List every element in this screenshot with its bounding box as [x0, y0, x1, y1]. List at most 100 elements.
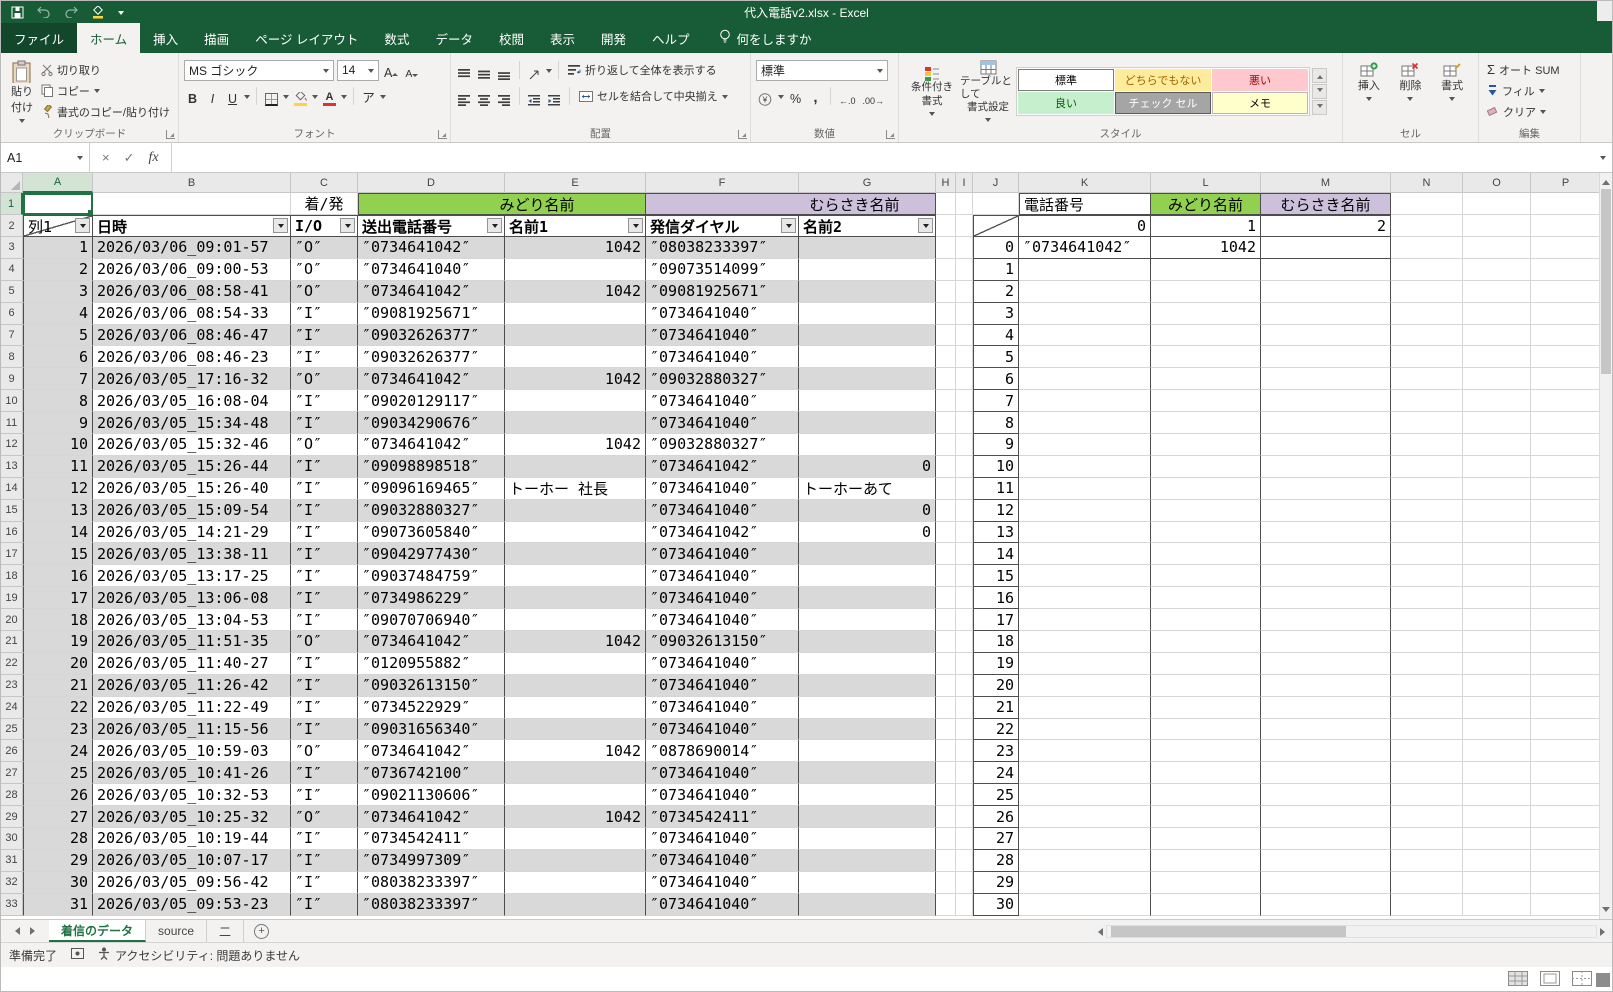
- cell-A9[interactable]: 7: [23, 368, 93, 390]
- cell-K22[interactable]: [1019, 653, 1151, 675]
- cell-J30[interactable]: 27: [973, 828, 1019, 850]
- cell-O17[interactable]: [1463, 543, 1531, 565]
- cell-A6[interactable]: 4: [23, 303, 93, 325]
- cell-A24[interactable]: 22: [23, 697, 93, 719]
- cell-M1[interactable]: むらさき名前: [1261, 193, 1391, 215]
- cell-P17[interactable]: [1531, 543, 1601, 565]
- cell-O12[interactable]: [1463, 434, 1531, 456]
- cell-C4[interactable]: ″O″: [291, 259, 358, 281]
- cell-G28[interactable]: [799, 784, 936, 806]
- cell-L26[interactable]: [1151, 740, 1261, 762]
- cell-H3[interactable]: [936, 237, 956, 259]
- cell-style-note[interactable]: メモ: [1212, 92, 1308, 114]
- column-header-A[interactable]: A: [23, 173, 93, 193]
- cell-K15[interactable]: [1019, 500, 1151, 522]
- row-header-1[interactable]: 1: [1, 193, 23, 215]
- column-header-F[interactable]: F: [646, 173, 799, 193]
- cell-O15[interactable]: [1463, 500, 1531, 522]
- cell-F16[interactable]: ″0734641042″: [646, 522, 799, 544]
- cell-I15[interactable]: [956, 500, 973, 522]
- cell-N30[interactable]: [1391, 828, 1463, 850]
- cell-A30[interactable]: 28: [23, 828, 93, 850]
- comma-style-button[interactable]: ,: [807, 86, 824, 106]
- row-header-28[interactable]: 28: [1, 784, 23, 806]
- cell-O32[interactable]: [1463, 872, 1531, 894]
- cell-A3[interactable]: 1: [23, 237, 93, 259]
- column-header-P[interactable]: P: [1531, 173, 1601, 193]
- cell-P27[interactable]: [1531, 762, 1601, 784]
- row-header-4[interactable]: 4: [1, 259, 23, 281]
- number-dialog-launcher-icon[interactable]: [886, 130, 895, 139]
- cell-P25[interactable]: [1531, 719, 1601, 741]
- cell-E23[interactable]: [505, 675, 646, 697]
- cell-E8[interactable]: [505, 346, 646, 368]
- cell-N2[interactable]: [1391, 215, 1463, 237]
- row-header-30[interactable]: 30: [1, 828, 23, 850]
- cell-J16[interactable]: 13: [973, 522, 1019, 544]
- increase-indent-button[interactable]: [546, 86, 563, 106]
- cell-H22[interactable]: [936, 653, 956, 675]
- cell-E27[interactable]: [505, 762, 646, 784]
- format-painter-button[interactable]: 書式のコピー/貼り付け: [38, 101, 173, 122]
- save-icon[interactable]: [11, 3, 24, 21]
- cell-H30[interactable]: [936, 828, 956, 850]
- cell-B1[interactable]: [93, 193, 291, 215]
- cell-K26[interactable]: [1019, 740, 1151, 762]
- wrap-text-button[interactable]: 折り返して全体を表示する: [565, 60, 720, 81]
- cell-I31[interactable]: [956, 850, 973, 872]
- cell-D23[interactable]: ″09032613150″: [358, 675, 505, 697]
- cell-G19[interactable]: [799, 587, 936, 609]
- cell-E18[interactable]: [505, 565, 646, 587]
- cell-E22[interactable]: [505, 653, 646, 675]
- cut-button[interactable]: 切り取り: [38, 59, 173, 80]
- cell-J17[interactable]: 14: [973, 543, 1019, 565]
- cell-H4[interactable]: [936, 259, 956, 281]
- cell-D4[interactable]: ″0734641040″: [358, 259, 505, 281]
- cell-L24[interactable]: [1151, 697, 1261, 719]
- cell-F22[interactable]: ″0734641040″: [646, 653, 799, 675]
- view-page-break-icon[interactable]: [1572, 971, 1592, 991]
- cell-D5[interactable]: ″0734641042″: [358, 281, 505, 303]
- cell-O22[interactable]: [1463, 653, 1531, 675]
- cell-E13[interactable]: [505, 456, 646, 478]
- accessibility-icon[interactable]: [98, 947, 110, 963]
- cell-K32[interactable]: [1019, 872, 1151, 894]
- cell-M29[interactable]: [1261, 806, 1391, 828]
- cell-J21[interactable]: 18: [973, 631, 1019, 653]
- gallery-up-button[interactable]: [1312, 68, 1327, 83]
- cell-I1[interactable]: [956, 193, 973, 215]
- view-normal-icon[interactable]: [1508, 971, 1528, 991]
- cell-K11[interactable]: [1019, 412, 1151, 434]
- cell-B3[interactable]: 2026/03/06_09:01-57: [93, 237, 291, 259]
- cell-G31[interactable]: [799, 850, 936, 872]
- cell-F29[interactable]: ″0734542411″: [646, 806, 799, 828]
- cell-M9[interactable]: [1261, 368, 1391, 390]
- cell-M26[interactable]: [1261, 740, 1391, 762]
- cell-C15[interactable]: ″I″: [291, 500, 358, 522]
- cell-D6[interactable]: ″09081925671″: [358, 303, 505, 325]
- cell-M31[interactable]: [1261, 850, 1391, 872]
- cell-O13[interactable]: [1463, 456, 1531, 478]
- cell-H26[interactable]: [936, 740, 956, 762]
- font-color-button[interactable]: A: [321, 86, 338, 106]
- ribbon-tab-1[interactable]: ホーム: [77, 23, 140, 53]
- align-left-button[interactable]: [456, 86, 473, 106]
- row-header-29[interactable]: 29: [1, 806, 23, 828]
- cell-L21[interactable]: [1151, 631, 1261, 653]
- sheet-tab-0[interactable]: 着信のデータ: [49, 920, 146, 942]
- cell-K16[interactable]: [1019, 522, 1151, 544]
- cell-L25[interactable]: [1151, 719, 1261, 741]
- row-header-14[interactable]: 14: [1, 478, 23, 500]
- undo-icon[interactable]: [37, 3, 51, 21]
- column-header-H[interactable]: H: [936, 173, 956, 193]
- cell-P3[interactable]: [1531, 237, 1601, 259]
- cell-F27[interactable]: ″0734641040″: [646, 762, 799, 784]
- cell-O25[interactable]: [1463, 719, 1531, 741]
- cell-M22[interactable]: [1261, 653, 1391, 675]
- cell-H24[interactable]: [936, 697, 956, 719]
- cell-M32[interactable]: [1261, 872, 1391, 894]
- cell-J26[interactable]: 23: [973, 740, 1019, 762]
- row-header-32[interactable]: 32: [1, 872, 23, 894]
- cell-J2[interactable]: [973, 215, 1019, 237]
- cell-G9[interactable]: [799, 368, 936, 390]
